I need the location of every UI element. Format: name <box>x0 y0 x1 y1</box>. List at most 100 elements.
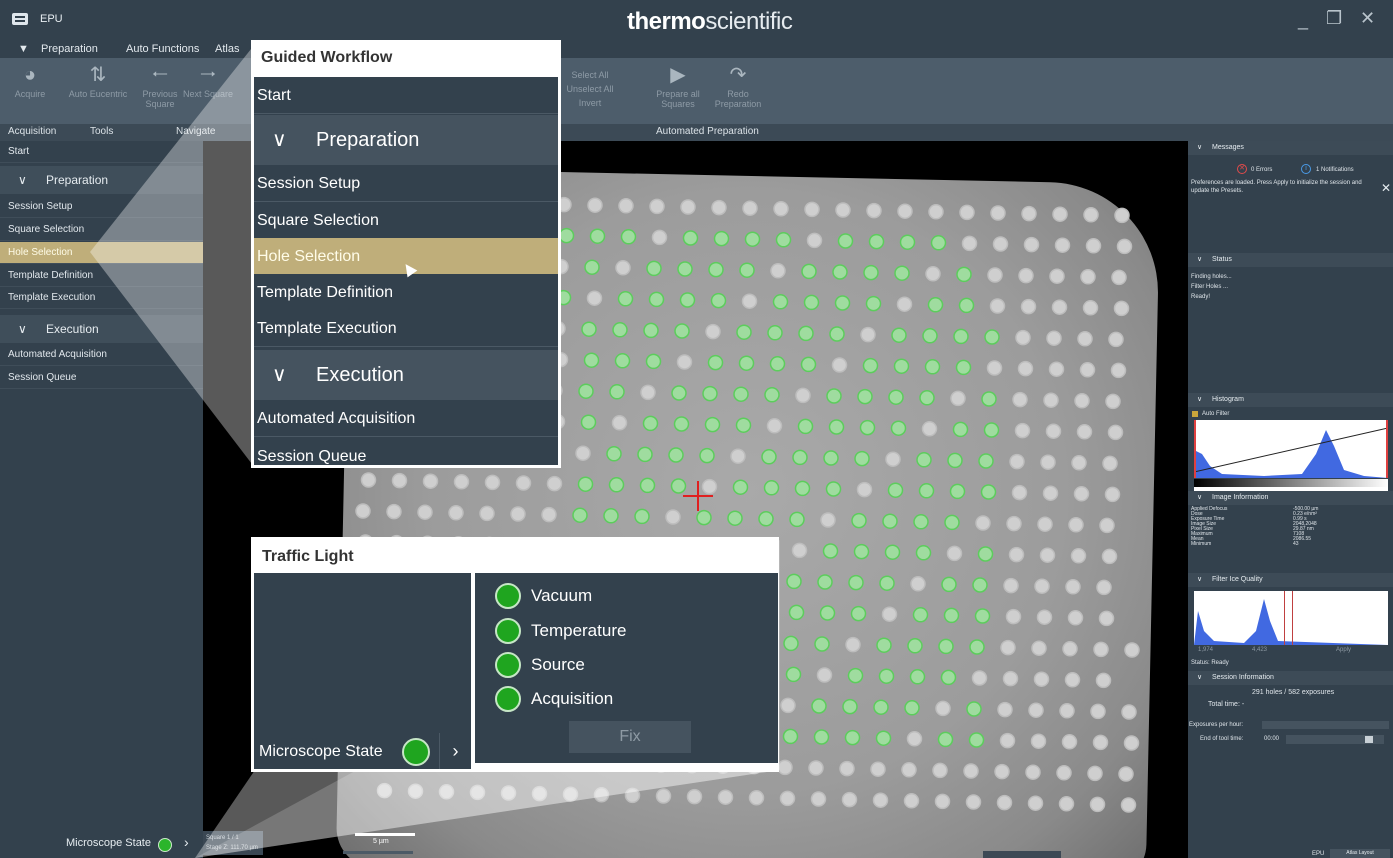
hole[interactable] <box>1095 672 1112 689</box>
selected-hole[interactable] <box>800 356 817 373</box>
selected-hole[interactable] <box>977 546 994 562</box>
selected-hole[interactable] <box>958 297 975 314</box>
hole[interactable] <box>1034 578 1050 594</box>
selected-hole[interactable] <box>704 416 721 433</box>
end-time-value[interactable]: 00:00 <box>1264 735 1279 743</box>
wf-template-definition[interactable]: Template Definition <box>0 265 203 287</box>
hole[interactable] <box>994 763 1010 780</box>
selected-hole[interactable] <box>980 484 997 500</box>
hole[interactable] <box>1062 641 1078 657</box>
hole[interactable] <box>1116 238 1133 255</box>
hole[interactable] <box>1070 548 1087 564</box>
selected-hole[interactable] <box>798 325 814 342</box>
hole[interactable] <box>407 783 424 799</box>
hole[interactable] <box>1021 205 1037 222</box>
hole[interactable] <box>1045 423 1062 439</box>
hole[interactable] <box>989 298 1006 314</box>
hole[interactable] <box>655 788 672 804</box>
selected-hole[interactable] <box>617 291 634 307</box>
menu-auto-functions[interactable]: Auto Functions <box>126 43 199 55</box>
selected-hole[interactable] <box>738 355 755 371</box>
hole[interactable] <box>1067 610 1084 626</box>
hole[interactable] <box>1009 453 1025 470</box>
selected-hole[interactable] <box>603 508 619 524</box>
hole[interactable] <box>934 793 951 810</box>
hole[interactable] <box>705 323 721 340</box>
next-square-button[interactable]: 🠂 Next Square <box>178 64 238 120</box>
hole[interactable] <box>795 387 811 404</box>
selected-hole[interactable] <box>842 698 858 715</box>
hole[interactable] <box>766 418 783 434</box>
selected-hole[interactable] <box>919 390 935 406</box>
gw-template-definition[interactable]: Template Definition <box>254 274 558 311</box>
hole[interactable] <box>1054 237 1071 253</box>
hole[interactable] <box>959 204 975 221</box>
hole[interactable] <box>587 197 603 213</box>
hole[interactable] <box>906 731 923 747</box>
image-info-header[interactable]: Image Information <box>1188 491 1393 505</box>
selected-hole[interactable] <box>584 259 600 275</box>
selected-hole[interactable] <box>578 383 594 399</box>
selected-hole[interactable] <box>930 235 947 251</box>
hole[interactable] <box>897 203 913 219</box>
selected-hole[interactable] <box>735 417 752 433</box>
selected-hole[interactable] <box>710 292 727 309</box>
selected-hole[interactable] <box>634 508 650 525</box>
hole[interactable] <box>810 791 827 807</box>
wf-execution-header[interactable]: ∨ Execution <box>0 315 203 343</box>
hole[interactable] <box>1082 300 1099 316</box>
fix-button[interactable]: Fix <box>569 721 691 753</box>
hole[interactable] <box>676 354 693 370</box>
selected-hole[interactable] <box>947 452 963 469</box>
hole[interactable] <box>448 505 464 521</box>
selected-hole[interactable] <box>637 446 653 463</box>
selected-hole[interactable] <box>674 323 690 339</box>
hole[interactable] <box>680 199 696 215</box>
selected-hole[interactable] <box>648 291 665 308</box>
selected-hole[interactable] <box>941 576 957 593</box>
selected-hole[interactable] <box>837 233 854 249</box>
hole[interactable] <box>1093 641 1109 658</box>
hole[interactable] <box>872 792 889 808</box>
selected-hole[interactable] <box>708 261 724 278</box>
wf-automated-acquisition[interactable]: Automated Acquisition <box>0 344 203 366</box>
hole[interactable] <box>615 260 631 276</box>
hole[interactable] <box>1049 268 1065 284</box>
selected-hole[interactable] <box>758 511 774 527</box>
hole[interactable] <box>1028 702 1044 718</box>
hole[interactable] <box>961 235 978 252</box>
hole[interactable] <box>1008 546 1025 563</box>
selected-hole[interactable] <box>924 359 941 375</box>
selected-hole[interactable] <box>955 359 972 376</box>
hole[interactable] <box>484 474 501 491</box>
hole[interactable] <box>376 782 393 799</box>
microscope-state-indicator[interactable] <box>158 838 172 852</box>
selected-hole[interactable] <box>727 510 743 526</box>
selected-hole[interactable] <box>974 608 991 624</box>
hole[interactable] <box>860 326 876 343</box>
hole[interactable] <box>741 293 758 309</box>
hole[interactable] <box>1121 704 1137 720</box>
hole[interactable] <box>748 790 765 806</box>
hole[interactable] <box>1017 360 1034 377</box>
selected-hole[interactable] <box>915 545 932 561</box>
redo-preparation-button[interactable]: ↷ Redo Preparation <box>708 64 768 120</box>
selected-hole[interactable] <box>907 638 923 654</box>
ice-quality-plot[interactable] <box>1194 591 1388 645</box>
hole[interactable] <box>1085 238 1102 254</box>
gw-automated-acquisition[interactable]: Automated Acquisition <box>254 400 558 437</box>
invert-button[interactable]: Invert <box>560 96 620 110</box>
gw-session-setup[interactable]: Session Setup <box>254 165 558 202</box>
selected-hole[interactable] <box>580 414 597 430</box>
hole[interactable] <box>1080 269 1096 285</box>
selected-hole[interactable] <box>940 669 957 686</box>
microscope-state-indicator[interactable] <box>402 738 430 766</box>
hole[interactable] <box>1006 515 1022 532</box>
selected-hole[interactable] <box>581 321 597 337</box>
hole[interactable] <box>932 762 948 779</box>
selected-hole[interactable] <box>814 636 830 652</box>
selected-hole[interactable] <box>913 514 929 530</box>
selected-hole[interactable] <box>966 701 982 717</box>
hole[interactable] <box>1071 455 1087 471</box>
hole[interactable] <box>391 472 408 489</box>
